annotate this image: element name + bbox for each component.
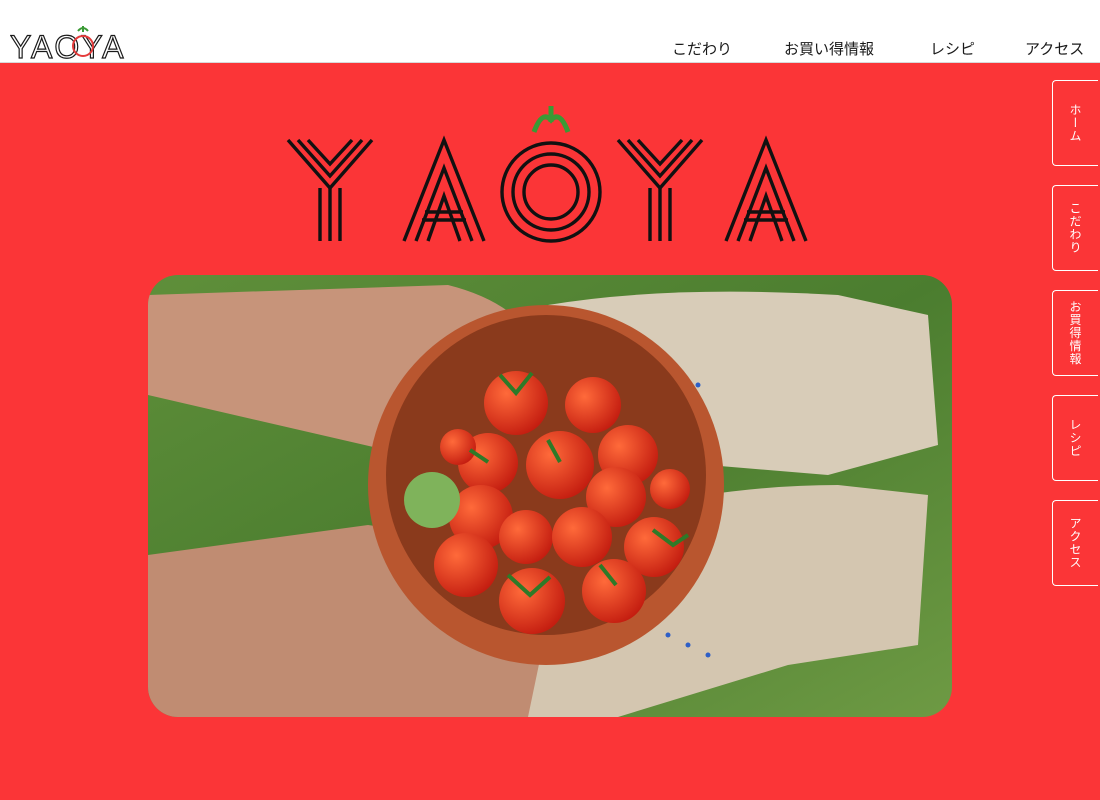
brand-logo-small[interactable]: YAOYA xyxy=(10,24,150,64)
side-nav-recipe[interactable]: レシピ xyxy=(1052,395,1098,481)
side-nav-kodawari-label: こだわり xyxy=(1068,202,1082,254)
leaf-icon xyxy=(531,106,571,133)
brand-logo-large xyxy=(286,106,808,243)
hero-photo xyxy=(148,275,952,717)
side-nav-home-label: ホーム xyxy=(1068,103,1082,143)
nav-kodawari[interactable]: こだわり xyxy=(672,38,732,59)
svg-text:YAOYA: YAOYA xyxy=(10,29,126,64)
side-nav-recipe-label: レシピ xyxy=(1068,418,1082,458)
side-nav-okaidoku[interactable]: お買得情報 xyxy=(1052,290,1098,376)
site-header: YAOYA こだわり お買い得情報 レシピ アクセス xyxy=(0,0,1100,64)
nav-recipe[interactable]: レシピ xyxy=(930,38,975,59)
nav-okaidoku[interactable]: お買い得情報 xyxy=(784,38,874,59)
side-nav-access-label: アクセス xyxy=(1068,517,1082,569)
side-nav-home[interactable]: ホーム xyxy=(1052,80,1098,166)
side-nav-access[interactable]: アクセス xyxy=(1052,500,1098,586)
nav-access[interactable]: アクセス xyxy=(1025,38,1084,59)
side-nav-kodawari[interactable]: こだわり xyxy=(1052,185,1098,271)
side-nav-okaidoku-label: お買得情報 xyxy=(1068,300,1082,366)
